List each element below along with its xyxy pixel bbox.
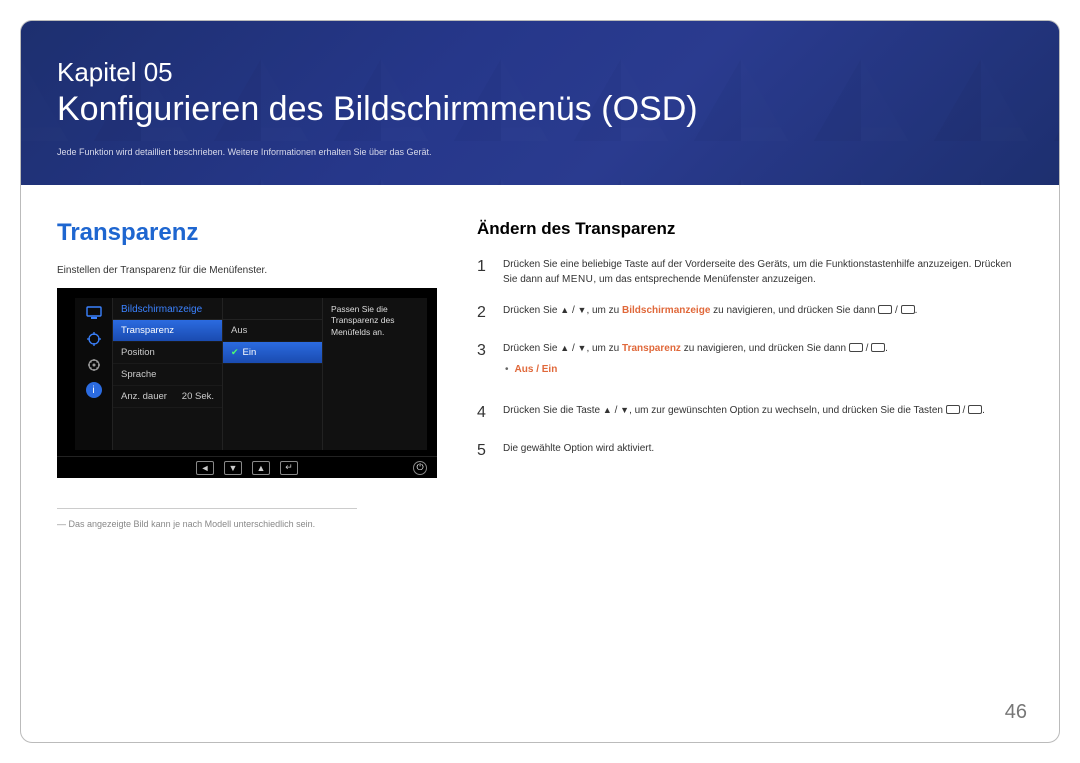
step-4: 4 Drücken Sie die Taste ▲ / ▼, um zur ge… xyxy=(477,401,1023,425)
osd-menu-column: Bildschirmanzeige Transparenz Position S… xyxy=(113,298,223,450)
osd-option-ein: ✔ Ein xyxy=(223,342,322,364)
step-text: Drücken Sie ▲ / ▼, um zu Bildschirmanzei… xyxy=(503,301,1023,325)
enter-icon: ↵ xyxy=(280,461,298,475)
subsection-heading: Ändern des Transparenz xyxy=(477,219,1023,239)
nav-target: Bildschirmanzeige xyxy=(622,305,710,316)
down-arrow-icon: ▼ xyxy=(224,461,242,475)
step-text: Drücken Sie die Taste ▲ / ▼, um zur gewü… xyxy=(503,401,1023,425)
section-heading-transparenz: Transparenz xyxy=(57,219,437,247)
page-number: 46 xyxy=(1005,701,1027,724)
keycap-icon xyxy=(849,343,863,352)
osd-item-label: Anz. dauer xyxy=(121,391,167,402)
gear-icon xyxy=(85,356,103,374)
divider xyxy=(57,508,357,509)
step-5: 5 Die gewählte Option wird aktiviert. xyxy=(477,439,1023,463)
keycap-icon xyxy=(968,405,982,414)
osd-item-sprache: Sprache xyxy=(113,364,222,386)
osd-spacer xyxy=(223,298,322,320)
menu-keyword: MENU xyxy=(562,274,593,285)
target-icon xyxy=(85,330,103,348)
up-triangle-icon: ▲ xyxy=(560,342,569,356)
footnote: ― Das angezeigte Bild kann je nach Model… xyxy=(57,519,437,529)
chapter-label: Kapitel 05 xyxy=(57,57,1023,88)
monitor-icon xyxy=(85,304,103,322)
osd-item-value: 20 Sek. xyxy=(182,391,214,402)
nav-target: Transparenz xyxy=(622,343,681,354)
osd-item-transparenz: Transparenz xyxy=(113,320,222,342)
osd-window: i Bildschirmanzeige Transparenz Position… xyxy=(75,298,427,450)
left-column: Transparenz Einstellen der Transparenz f… xyxy=(57,219,437,529)
up-triangle-icon: ▲ xyxy=(560,304,569,318)
power-icon: ⏻ xyxy=(413,461,427,475)
osd-item-anzdauer: Anz. dauer 20 Sek. xyxy=(113,386,222,408)
hero-subtitle: Jede Funktion wird detailliert beschrieb… xyxy=(57,147,1023,157)
osd-section-title: Bildschirmanzeige xyxy=(113,298,222,320)
manual-page: Kapitel 05 Konfigurieren des Bildschirmm… xyxy=(20,20,1060,743)
footnote-text: Das angezeigte Bild kann je nach Modell … xyxy=(69,519,316,529)
section-description: Einstellen der Transparenz für die Menüf… xyxy=(57,265,437,276)
keycap-icon xyxy=(878,305,892,314)
step-number: 4 xyxy=(477,401,491,425)
step-number: 3 xyxy=(477,339,491,387)
osd-hint-text: Passen Sie die Transparenz des Menüfelds… xyxy=(323,298,427,450)
step-text: Die gewählte Option wird aktiviert. xyxy=(503,439,1023,463)
hero-banner: Kapitel 05 Konfigurieren des Bildschirmm… xyxy=(21,21,1059,185)
down-triangle-icon: ▼ xyxy=(620,404,629,418)
keycap-icon xyxy=(871,343,885,352)
osd-sidebar: i xyxy=(75,298,113,450)
step-number: 1 xyxy=(477,255,491,287)
option-bullet: •Aus / Ein xyxy=(505,362,1023,377)
up-arrow-icon: ▲ xyxy=(252,461,270,475)
osd-item-position: Position xyxy=(113,342,222,364)
keycap-icon xyxy=(946,405,960,414)
osd-bottom-bar: ◄ ▼ ▲ ↵ ⏻ xyxy=(57,456,437,478)
info-icon: i xyxy=(86,382,102,398)
page-title: Konfigurieren des Bildschirmmenüs (OSD) xyxy=(57,90,1023,129)
step-text: Drücken Sie ▲ / ▼, um zu Transparenz zu … xyxy=(503,339,1023,387)
step-number: 5 xyxy=(477,439,491,463)
osd-item-label: Sprache xyxy=(121,369,156,380)
osd-item-label: Transparenz xyxy=(121,325,174,336)
left-arrow-icon: ◄ xyxy=(196,461,214,475)
step-text: Drücken Sie eine beliebige Taste auf der… xyxy=(503,255,1023,287)
osd-option-aus: Aus xyxy=(223,320,322,342)
osd-item-label: Position xyxy=(121,347,155,358)
osd-option-label: Aus xyxy=(231,325,247,336)
osd-options-column: Aus ✔ Ein xyxy=(223,298,323,450)
osd-option-label: Ein xyxy=(243,347,257,358)
check-icon: ✔ xyxy=(231,347,239,357)
keycap-icon xyxy=(901,305,915,314)
right-column: Ändern des Transparenz 1 Drücken Sie ein… xyxy=(477,219,1023,529)
step-1: 1 Drücken Sie eine beliebige Taste auf d… xyxy=(477,255,1023,287)
steps-list: 1 Drücken Sie eine beliebige Taste auf d… xyxy=(477,255,1023,463)
step-number: 2 xyxy=(477,301,491,325)
step-2: 2 Drücken Sie ▲ / ▼, um zu Bildschirmanz… xyxy=(477,301,1023,325)
step-3: 3 Drücken Sie ▲ / ▼, um zu Transparenz z… xyxy=(477,339,1023,387)
up-triangle-icon: ▲ xyxy=(603,404,612,418)
osd-screenshot: i Bildschirmanzeige Transparenz Position… xyxy=(57,288,437,478)
content-area: Transparenz Einstellen der Transparenz f… xyxy=(21,185,1059,529)
